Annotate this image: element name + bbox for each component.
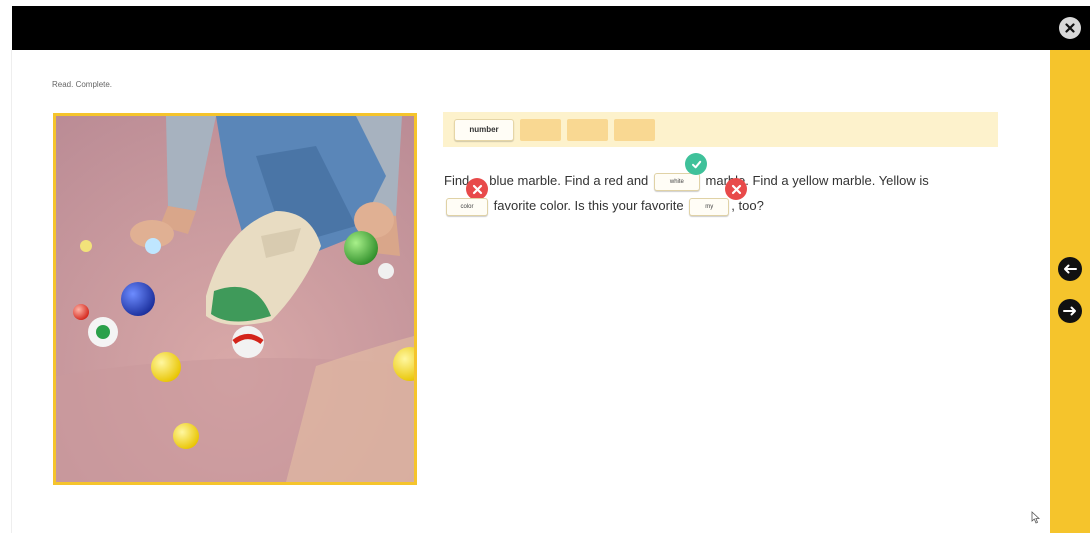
answer-blank-4[interactable]: my — [689, 197, 730, 216]
passage-text: Find blue marble. Find a red and white ma… — [444, 153, 1004, 218]
word-chip-number[interactable]: number — [454, 118, 514, 141]
close-button[interactable] — [1059, 17, 1081, 39]
passage-segment: , too? — [731, 198, 764, 213]
left-edge — [0, 50, 12, 533]
close-icon — [1065, 23, 1075, 33]
check-icon — [691, 160, 701, 168]
next-button[interactable] — [1058, 299, 1082, 323]
word-bank: number — [443, 112, 998, 147]
arrow-left-icon — [1064, 264, 1077, 274]
instruction-text: Read. Complete. — [52, 80, 113, 89]
mouse-cursor-icon — [1031, 511, 1040, 524]
word-bank-empty-slot — [567, 118, 608, 141]
passage-line-2: color favorite color. Is this your favor… — [444, 193, 1004, 218]
previous-button[interactable] — [1058, 257, 1082, 281]
answer-blank-3[interactable]: color — [446, 197, 488, 216]
right-nav-bar — [1050, 50, 1090, 533]
word-bank-empty-slot — [520, 118, 561, 141]
correct-answer-mark — [685, 153, 707, 175]
word-bank-empty-slot — [614, 118, 655, 141]
passage-segment: blue marble. Find a red and — [489, 173, 649, 188]
answer-blank-2[interactable]: white — [653, 172, 700, 191]
arrow-right-icon — [1063, 306, 1076, 316]
marbles-photo — [53, 113, 417, 485]
passage-line-1: Find blue marble. Find a red and white ma… — [444, 153, 1004, 200]
top-bar — [12, 6, 1090, 50]
passage-segment: favorite color. Is this your favorite — [493, 198, 684, 213]
